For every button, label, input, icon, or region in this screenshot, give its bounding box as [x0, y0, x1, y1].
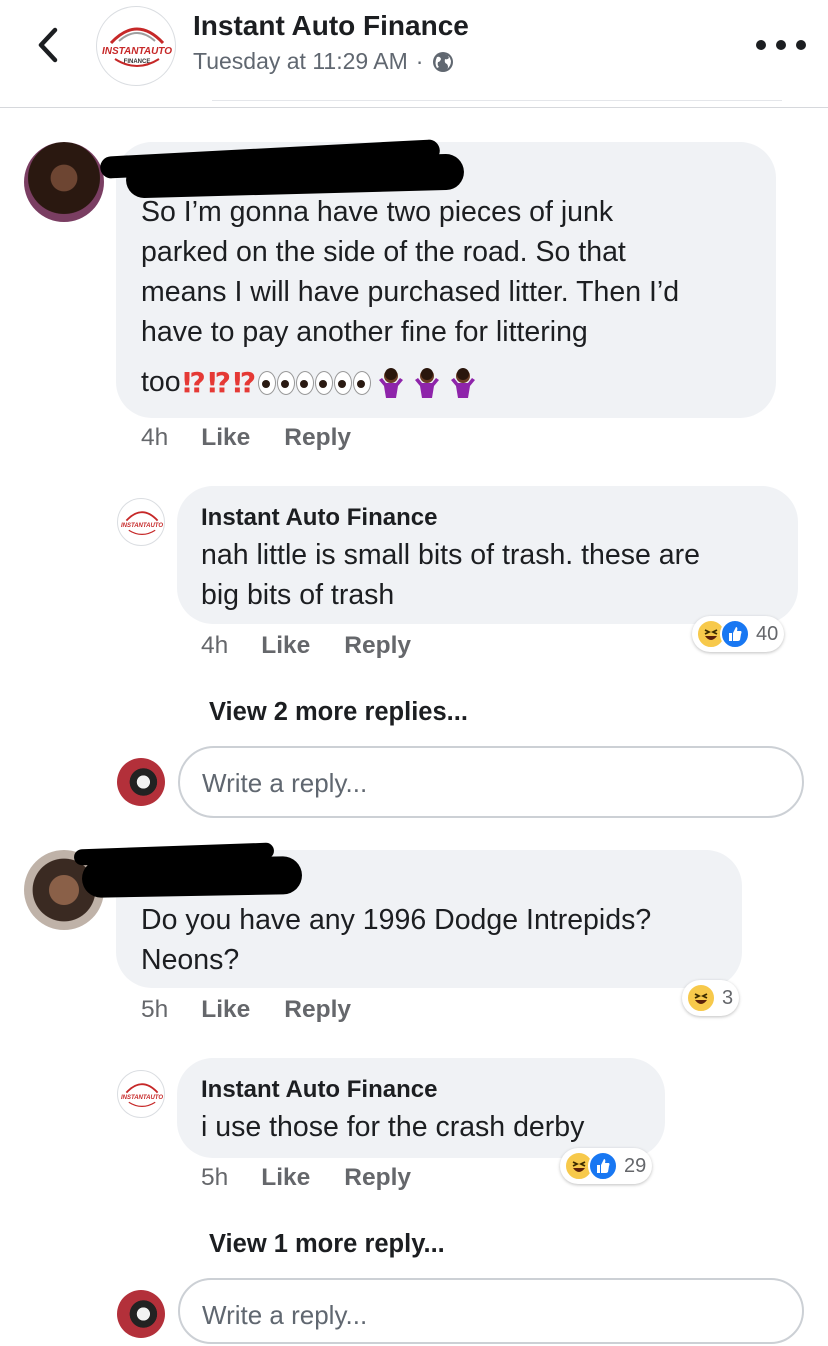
more-dot — [756, 40, 766, 50]
exclamation-question-icon: ⁉ — [182, 367, 206, 399]
svg-text:INSTANTAUTO: INSTANTAUTO — [121, 1095, 163, 1101]
divider — [0, 107, 828, 108]
instant-auto-finance-logo: INSTANTAUTO — [121, 1083, 163, 1107]
redacted-name — [81, 856, 303, 898]
comment-line: parked on the side of the road. So that — [141, 236, 626, 268]
post-meta: Tuesday at 11:29 AM · — [193, 48, 455, 75]
view-more-replies[interactable]: View 2 more replies... — [209, 698, 468, 727]
reply-text: nah little is small bits of trash. these… — [201, 535, 791, 615]
reactions-summary[interactable]: 40 — [692, 616, 785, 652]
chevron-left-icon — [38, 27, 58, 63]
globe-icon — [433, 51, 454, 72]
reply-actions: 5h Like Reply — [201, 1164, 411, 1192]
current-user-avatar — [117, 1290, 165, 1338]
woman-shrugging-icon — [451, 368, 476, 399]
reply-actions: 4h Like Reply — [201, 632, 411, 660]
post-header: INSTANTAUTO FINANCE Instant Auto Finance… — [0, 0, 828, 108]
comment-line: So I’m gonna have two pieces of junk — [141, 196, 614, 228]
reply-line: nah little is small bits of trash. these… — [201, 539, 700, 571]
like-reaction-icon — [588, 1151, 618, 1181]
comment-line-text: too — [141, 366, 181, 398]
page-logo-avatar-small[interactable]: INSTANTAUTO — [117, 1070, 165, 1118]
reply-line: big bits of trash — [201, 579, 395, 611]
reaction-count: 29 — [624, 1154, 647, 1177]
reaction-count: 40 — [756, 622, 779, 645]
comment-time: 4h — [141, 424, 169, 451]
svg-text:INSTANTAUTO: INSTANTAUTO — [102, 46, 172, 57]
reply-text: i use those for the crash derby — [201, 1107, 661, 1147]
comment-time: 5h — [141, 996, 169, 1023]
write-reply-field[interactable] — [178, 746, 804, 818]
post-time: Tuesday at 11:29 AM — [193, 48, 408, 74]
page-logo-avatar-small[interactable]: INSTANTAUTO — [117, 498, 165, 546]
exclamation-question-icon: ⁉ — [233, 367, 256, 399]
reply-input[interactable] — [202, 765, 762, 801]
reply-line: i use those for the crash derby — [201, 1111, 585, 1143]
more-dot — [796, 40, 806, 50]
current-user-avatar — [117, 758, 165, 806]
svg-text:INSTANTAUTO: INSTANTAUTO — [121, 523, 163, 529]
exclamation-question-icon: ⁉ — [207, 367, 231, 399]
page-logo-avatar[interactable]: INSTANTAUTO FINANCE — [96, 6, 176, 86]
more-options-button[interactable] — [756, 30, 806, 60]
emoji-sequence: ⁉ ⁉ ⁉ — [183, 363, 481, 403]
reply-author[interactable]: Instant Auto Finance — [201, 1076, 437, 1104]
more-dot — [776, 40, 786, 50]
comment-line: have to pay another fine for littering — [141, 316, 588, 348]
reactions-summary[interactable]: 29 — [560, 1148, 653, 1184]
like-button[interactable]: Like — [261, 1164, 310, 1192]
like-button[interactable]: Like — [201, 424, 250, 452]
eye-icon — [258, 371, 277, 396]
instant-auto-finance-logo: INSTANTAUTO FINANCE — [102, 27, 172, 67]
reply-author[interactable]: Instant Auto Finance — [201, 504, 437, 532]
comment-text: Do you have any 1996 Dodge Intrepids? Ne… — [141, 900, 741, 980]
haha-reaction-icon — [686, 983, 716, 1013]
comment-line: Neons? — [141, 944, 240, 976]
reply-button[interactable]: Reply — [284, 424, 351, 452]
eye-icon — [315, 371, 334, 396]
comment-line-last: too ⁉ ⁉ ⁉ — [141, 362, 771, 403]
reply-button[interactable]: Reply — [284, 996, 351, 1024]
eye-icon — [296, 371, 315, 396]
write-reply-field[interactable] — [178, 1278, 804, 1344]
reply-button[interactable]: Reply — [344, 1164, 411, 1192]
comment-text: So I’m gonna have two pieces of junk par… — [141, 192, 771, 403]
back-button[interactable] — [28, 22, 68, 68]
meta-separator: · — [415, 48, 424, 74]
instant-auto-finance-logo: INSTANTAUTO — [121, 511, 163, 535]
woman-shrugging-icon — [415, 368, 440, 399]
reply-button[interactable]: Reply — [344, 632, 411, 660]
reply-time: 5h — [201, 1164, 229, 1191]
woman-shrugging-icon — [379, 368, 404, 399]
comment-line: means I will have purchased litter. Then… — [141, 276, 680, 308]
divider — [212, 100, 782, 101]
reply-input[interactable] — [202, 1297, 762, 1333]
reaction-count: 3 — [722, 986, 734, 1009]
view-more-replies[interactable]: View 1 more reply... — [209, 1230, 445, 1259]
reactions-summary[interactable]: 3 — [682, 980, 740, 1016]
eye-icon — [334, 371, 353, 396]
comment-line: Do you have any 1996 Dodge Intrepids? — [141, 904, 652, 936]
eye-icon — [353, 371, 372, 396]
like-reaction-icon — [720, 619, 750, 649]
page-name[interactable]: Instant Auto Finance — [193, 10, 469, 42]
like-button[interactable]: Like — [201, 996, 250, 1024]
reply-time: 4h — [201, 632, 229, 659]
commenter-avatar[interactable] — [24, 142, 104, 222]
comment-actions: 4h Like Reply — [141, 424, 351, 452]
eye-icon — [277, 371, 296, 396]
like-button[interactable]: Like — [261, 632, 310, 660]
comment-actions: 5h Like Reply — [141, 996, 351, 1024]
